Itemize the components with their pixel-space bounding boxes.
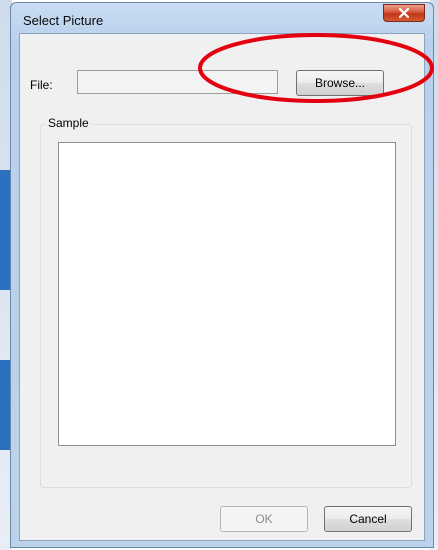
dialog-content: File: Browse... Sample OK Cancel — [19, 33, 425, 541]
browse-button[interactable]: Browse... — [296, 70, 384, 96]
close-icon — [398, 7, 410, 19]
cancel-button[interactable]: Cancel — [324, 506, 412, 532]
dialog-title: Select Picture — [23, 13, 104, 28]
sample-preview-area — [58, 142, 396, 446]
sample-group-label: Sample — [46, 116, 91, 130]
background-accent — [0, 360, 10, 450]
title-bar[interactable]: Select Picture — [11, 3, 433, 31]
close-button[interactable] — [383, 4, 425, 22]
ok-button[interactable]: OK — [220, 506, 308, 532]
file-path-field[interactable] — [77, 70, 278, 94]
file-label: File: — [30, 78, 53, 92]
select-picture-dialog: Select Picture File: Browse... Sample OK… — [10, 2, 434, 548]
background-accent — [0, 170, 10, 290]
